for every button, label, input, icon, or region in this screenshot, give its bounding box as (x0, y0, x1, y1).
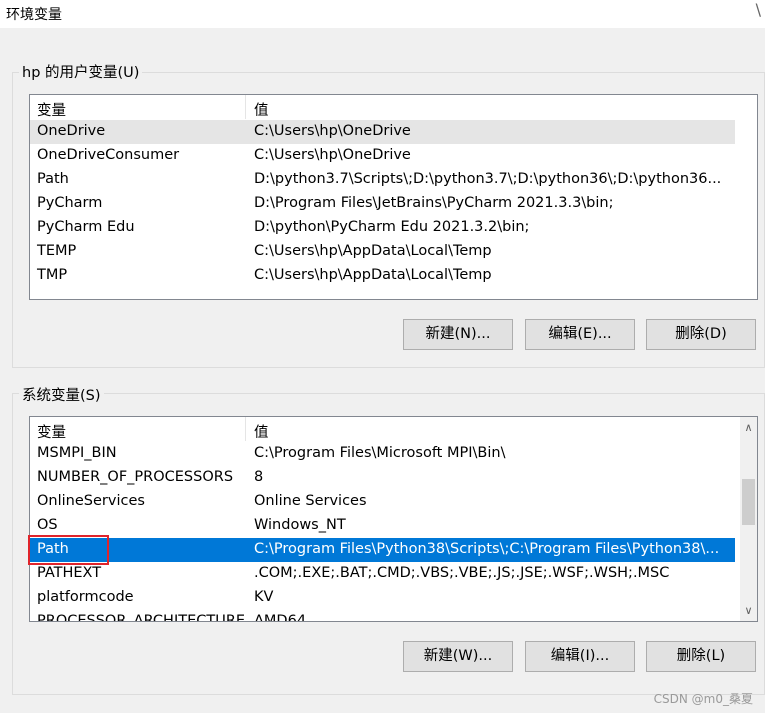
row-value: C:\Program Files\Microsoft MPI\Bin\ (254, 445, 506, 461)
table-row[interactable]: MSMPI_BIN C:\Program Files\Microsoft MPI… (30, 442, 757, 466)
row-value: C:\Users\hp\AppData\Local\Temp (254, 267, 492, 283)
table-row[interactable]: Path D:\python3.7\Scripts\;D:\python3.7\… (30, 168, 757, 192)
row-name: OS (37, 517, 58, 533)
row-name: MSMPI_BIN (37, 445, 117, 461)
header-value[interactable]: 值 (254, 99, 269, 120)
header-divider (245, 95, 246, 119)
row-value: D:\python\PyCharm Edu 2021.3.2\bin; (254, 219, 530, 235)
row-name: OneDrive (37, 123, 106, 139)
row-value: Windows_NT (254, 517, 346, 533)
table-row[interactable]: TMP C:\Users\hp\AppData\Local\Temp (30, 264, 757, 288)
row-value: 8 (254, 469, 264, 485)
vertical-scrollbar[interactable]: ∧ ∨ (740, 417, 757, 621)
list-header: 变量 值 (30, 417, 757, 441)
row-name: PyCharm (37, 195, 103, 211)
table-row[interactable]: PROCESSOR_ARCHITECTURE AMD64 (30, 610, 757, 622)
system-edit-button[interactable]: 编辑(I)... (525, 641, 635, 672)
table-row[interactable]: platformcode KV (30, 586, 757, 610)
user-edit-button[interactable]: 编辑(E)... (525, 319, 635, 350)
header-divider (245, 417, 246, 441)
user-delete-button[interactable]: 删除(D) (646, 319, 756, 350)
row-value: C:\Users\hp\AppData\Local\Temp (254, 243, 492, 259)
table-row[interactable]: OnlineServices Online Services (30, 490, 757, 514)
row-value: D:\Program Files\JetBrains\PyCharm 2021.… (254, 195, 614, 211)
system-delete-button[interactable]: 删除(L) (646, 641, 756, 672)
watermark: CSDN @m0_桑夏 (653, 692, 753, 706)
row-value: Online Services (254, 493, 367, 509)
row-name: PROCESSOR_ARCHITECTURE (37, 613, 246, 622)
scroll-down-icon[interactable]: ∨ (740, 602, 757, 619)
title-bar: 环境变量 \ (0, 0, 765, 28)
row-name: PATHEXT (37, 565, 102, 581)
scroll-thumb[interactable] (742, 479, 755, 525)
row-name: OnlineServices (37, 493, 145, 509)
row-name: TMP (37, 267, 68, 283)
table-row-selected[interactable]: Path C:\Program Files\Python38\Scripts\;… (30, 538, 735, 562)
header-variable[interactable]: 变量 (37, 99, 66, 120)
row-value: KV (254, 589, 274, 605)
row-name: platformcode (37, 589, 134, 605)
row-name: PyCharm Edu (37, 219, 135, 235)
annotation-highlight (28, 535, 109, 565)
close-icon[interactable]: \ (756, 2, 761, 18)
window-title: 环境变量 (6, 7, 62, 23)
table-row[interactable]: NUMBER_OF_PROCESSORS 8 (30, 466, 757, 490)
row-value: C:\Program Files\Python38\Scripts\;C:\Pr… (254, 541, 720, 557)
table-row[interactable]: PATHEXT .COM;.EXE;.BAT;.CMD;.VBS;.VBE;.J… (30, 562, 757, 586)
row-value: C:\Users\hp\OneDrive (254, 123, 411, 139)
row-name: OneDriveConsumer (37, 147, 180, 163)
table-row[interactable]: OneDrive C:\Users\hp\OneDrive (30, 120, 735, 144)
row-name: Path (37, 171, 69, 187)
row-value: .COM;.EXE;.BAT;.CMD;.VBS;.VBE;.JS;.JSE;.… (254, 565, 670, 581)
system-variables-label: 系统变量(S) (19, 384, 104, 405)
row-name: TEMP (37, 243, 77, 259)
system-variables-list[interactable]: 变量 值 MSMPI_BIN C:\Program Files\Microsof… (29, 416, 758, 622)
row-name: NUMBER_OF_PROCESSORS (37, 469, 234, 485)
row-value: AMD64 (254, 613, 307, 622)
table-row[interactable]: PyCharm Edu D:\python\PyCharm Edu 2021.3… (30, 216, 757, 240)
user-variables-list[interactable]: 变量 值 OneDrive C:\Users\hp\OneDrive OneDr… (29, 94, 758, 300)
table-row[interactable]: TEMP C:\Users\hp\AppData\Local\Temp (30, 240, 757, 264)
table-row[interactable]: OneDriveConsumer C:\Users\hp\OneDrive (30, 144, 757, 168)
row-value: C:\Users\hp\OneDrive (254, 147, 411, 163)
table-row[interactable]: OS Windows_NT (30, 514, 757, 538)
scroll-up-icon[interactable]: ∧ (740, 419, 757, 436)
user-variables-label: hp 的用户变量(U) (19, 61, 143, 82)
row-value: D:\python3.7\Scripts\;D:\python3.7\;D:\p… (254, 171, 722, 187)
list-header: 变量 值 (30, 95, 757, 119)
system-new-button[interactable]: 新建(W)... (403, 641, 513, 672)
header-variable[interactable]: 变量 (37, 421, 66, 442)
table-row[interactable]: PyCharm D:\Program Files\JetBrains\PyCha… (30, 192, 757, 216)
user-new-button[interactable]: 新建(N)... (403, 319, 513, 350)
header-value[interactable]: 值 (254, 421, 269, 442)
